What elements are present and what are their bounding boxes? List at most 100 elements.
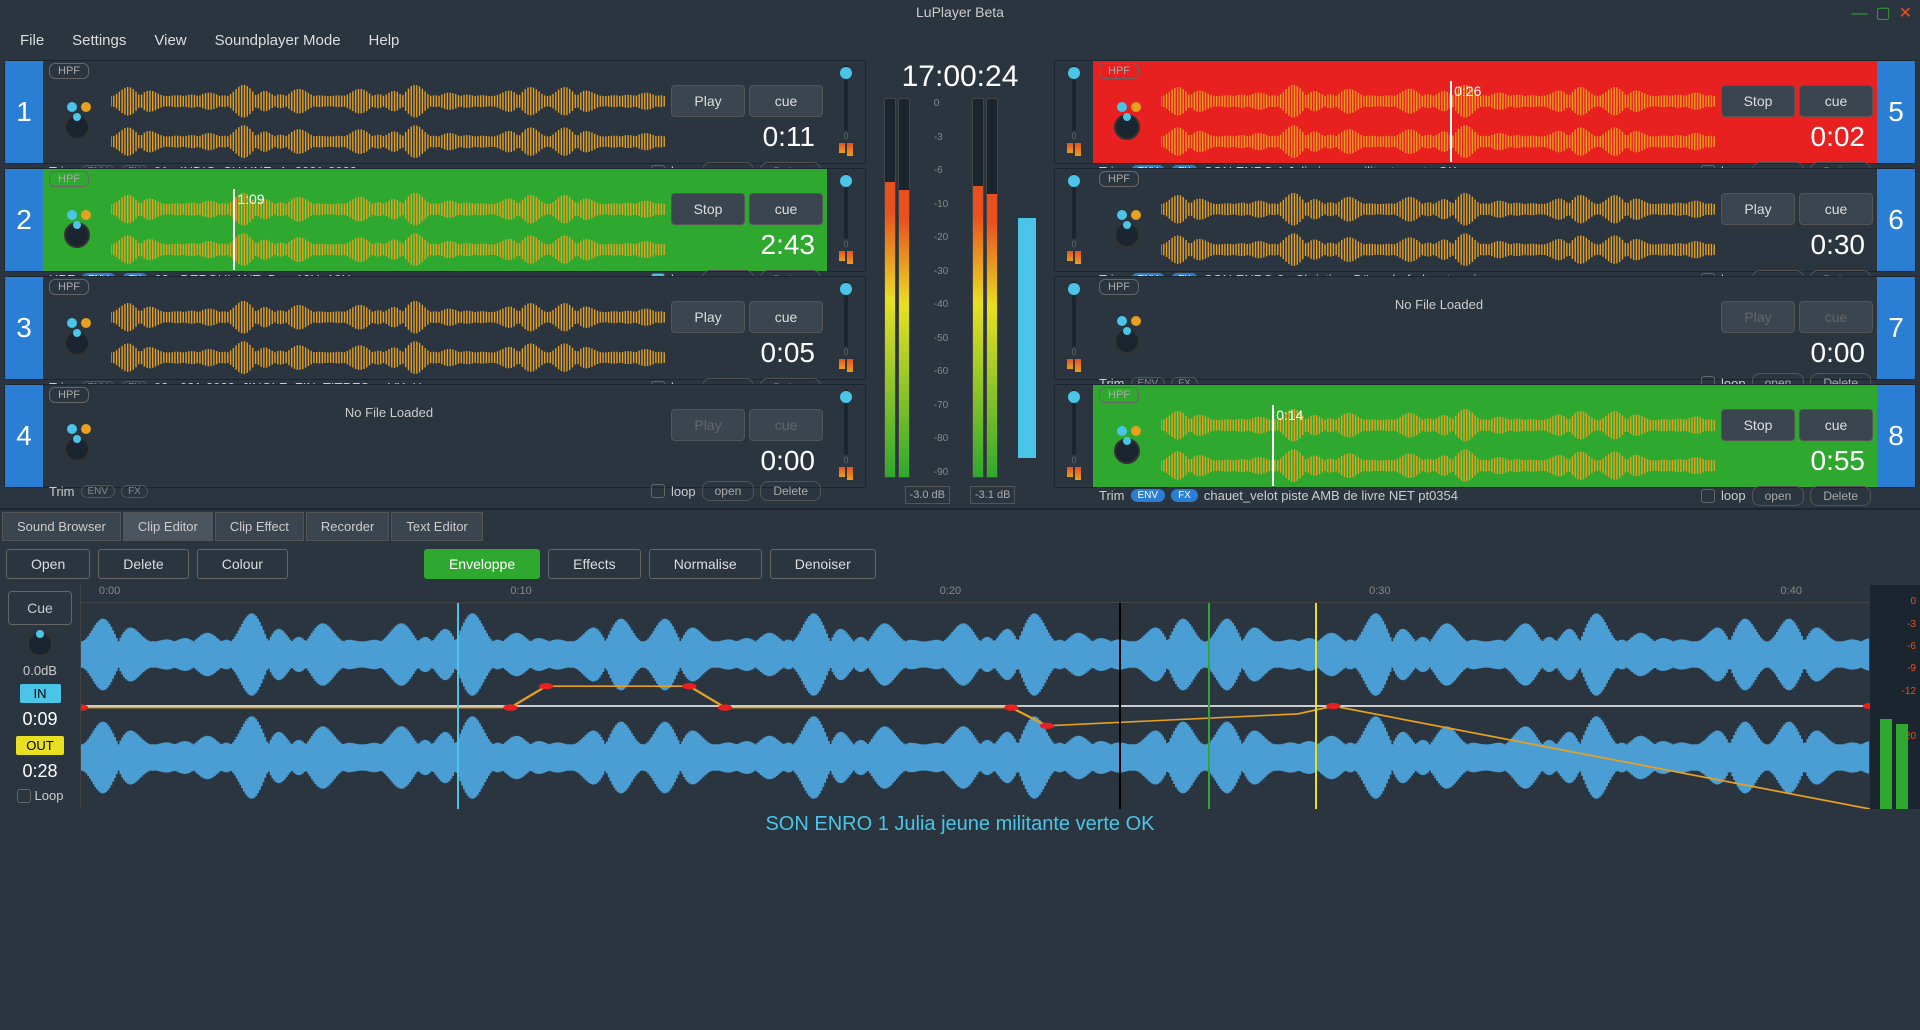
- fx-button[interactable]: FX: [1171, 489, 1198, 502]
- waveform[interactable]: 1:09: [111, 189, 667, 270]
- play-button[interactable]: Stop: [1721, 85, 1795, 117]
- cue-button[interactable]: Cue: [8, 591, 72, 625]
- loop-checkbox[interactable]: [1701, 489, 1715, 503]
- trim-knob[interactable]: [1114, 328, 1140, 354]
- close-icon[interactable]: ✕: [1899, 2, 1912, 26]
- cue-button[interactable]: cue: [1799, 409, 1873, 441]
- tab-sound-browser[interactable]: Sound Browser: [2, 512, 121, 541]
- waveform[interactable]: [1161, 189, 1717, 270]
- fader[interactable]: 0: [1055, 61, 1093, 163]
- menu-soundplayer-mode[interactable]: Soundplayer Mode: [215, 32, 341, 49]
- play-button[interactable]: Play: [671, 301, 745, 333]
- waveform[interactable]: [111, 81, 667, 162]
- waveform[interactable]: [111, 297, 667, 378]
- open-button[interactable]: open: [702, 481, 755, 501]
- tab-text-editor[interactable]: Text Editor: [391, 512, 482, 541]
- denoiser-button[interactable]: Denoiser: [770, 549, 876, 579]
- in-marker-line[interactable]: [457, 603, 459, 809]
- dot-cyan-icon: [67, 102, 77, 112]
- tab-clip-effect[interactable]: Clip Effect: [215, 512, 304, 541]
- normalise-button[interactable]: Normalise: [649, 549, 762, 579]
- delete-button[interactable]: Delete: [760, 481, 821, 501]
- fader[interactable]: 0: [1055, 169, 1093, 271]
- player-time: 0:30: [1721, 229, 1873, 261]
- fader[interactable]: 0: [827, 277, 865, 379]
- open-button[interactable]: open: [1752, 486, 1805, 506]
- cue-button[interactable]: cue: [749, 193, 823, 225]
- player-6: 6 HPF Play cue 0:30 T: [1054, 168, 1916, 272]
- player-1: 1 HPF Play cue 0:11 T: [4, 60, 866, 164]
- minimize-icon[interactable]: —: [1851, 2, 1867, 26]
- hpf-button[interactable]: HPF: [1099, 387, 1139, 403]
- delete-button[interactable]: Delete: [98, 549, 188, 579]
- cue-button[interactable]: cue: [749, 301, 823, 333]
- menu-file[interactable]: File: [20, 32, 44, 49]
- trim-knob[interactable]: [64, 114, 90, 140]
- out-marker-badge[interactable]: OUT: [16, 736, 63, 755]
- player-number: 4: [5, 385, 43, 487]
- waveform[interactable]: No File Loaded: [111, 405, 667, 481]
- menu-view[interactable]: View: [154, 32, 186, 49]
- waveform[interactable]: 0:14: [1161, 405, 1717, 486]
- trim-knob[interactable]: [1114, 114, 1140, 140]
- menu-settings[interactable]: Settings: [72, 32, 126, 49]
- fader[interactable]: 0: [1055, 385, 1093, 487]
- cue-button[interactable]: cue: [1799, 85, 1873, 117]
- loop-checkbox[interactable]: [17, 789, 31, 803]
- player-time: 0:11: [671, 121, 823, 153]
- waveform[interactable]: No File Loaded: [1161, 297, 1717, 373]
- tab-recorder[interactable]: Recorder: [306, 512, 389, 541]
- fader[interactable]: 0: [827, 385, 865, 487]
- delete-button[interactable]: Delete: [1810, 486, 1871, 506]
- trim-knob[interactable]: [64, 222, 90, 248]
- gain-knob[interactable]: [27, 631, 53, 657]
- env-button[interactable]: ENV: [1131, 489, 1166, 502]
- player-8: 8 HPF 0:14 Stop cue 0:55: [1054, 384, 1916, 488]
- play-button[interactable]: Play: [1721, 301, 1795, 333]
- hpf-button[interactable]: HPF: [49, 387, 89, 403]
- play-button[interactable]: Play: [671, 409, 745, 441]
- fader[interactable]: 0: [827, 169, 865, 271]
- playhead-line[interactable]: [1119, 603, 1121, 809]
- hpf-button[interactable]: HPF: [49, 63, 89, 79]
- menu-help[interactable]: Help: [369, 32, 400, 49]
- trim-knob[interactable]: [1114, 438, 1140, 464]
- in-marker-badge[interactable]: IN: [20, 684, 61, 703]
- trim-knob[interactable]: [64, 330, 90, 356]
- player-time: 0:02: [1721, 121, 1873, 153]
- tab-clip-editor[interactable]: Clip Editor: [123, 512, 213, 541]
- hpf-button[interactable]: HPF: [1099, 171, 1139, 187]
- play-button[interactable]: Stop: [1721, 409, 1795, 441]
- open-button[interactable]: Open: [6, 549, 90, 579]
- effects-button[interactable]: Effects: [548, 549, 641, 579]
- cue-button[interactable]: cue: [1799, 193, 1873, 225]
- player-5: 5 HPF 0:26 Stop cue 0:02: [1054, 60, 1916, 164]
- play-button[interactable]: Play: [1721, 193, 1795, 225]
- fader[interactable]: 0: [827, 61, 865, 163]
- maximize-icon[interactable]: ▢: [1875, 2, 1890, 26]
- colour-button[interactable]: Colour: [197, 549, 288, 579]
- editor-waveform[interactable]: 0:00 0:10 0:20 0:30 0:40: [80, 585, 1870, 809]
- dot-cyan-icon: [67, 424, 77, 434]
- trim-knob[interactable]: [64, 436, 90, 462]
- hpf-button[interactable]: HPF: [1099, 279, 1139, 295]
- trim-knob[interactable]: [1114, 222, 1140, 248]
- cue-button[interactable]: cue: [749, 85, 823, 117]
- env-button[interactable]: ENV: [81, 485, 116, 498]
- hpf-button[interactable]: HPF: [1099, 63, 1139, 79]
- play-button[interactable]: Stop: [671, 193, 745, 225]
- time-ruler: 0:00 0:10 0:20 0:30 0:40: [81, 585, 1870, 603]
- fx-button[interactable]: FX: [121, 485, 148, 498]
- out-marker-line[interactable]: [1315, 603, 1317, 809]
- enveloppe-button[interactable]: Enveloppe: [424, 549, 540, 579]
- editor-tabs: Sound Browser Clip Editor Clip Effect Re…: [0, 510, 1920, 543]
- fader[interactable]: 0: [1055, 277, 1093, 379]
- play-button[interactable]: Play: [671, 85, 745, 117]
- loop-checkbox[interactable]: [651, 484, 665, 498]
- hpf-button[interactable]: HPF: [49, 279, 89, 295]
- cue-button[interactable]: cue: [749, 409, 823, 441]
- waveform[interactable]: 0:26: [1161, 81, 1717, 162]
- marker-green[interactable]: [1208, 603, 1210, 809]
- hpf-button[interactable]: HPF: [49, 171, 89, 187]
- cue-button[interactable]: cue: [1799, 301, 1873, 333]
